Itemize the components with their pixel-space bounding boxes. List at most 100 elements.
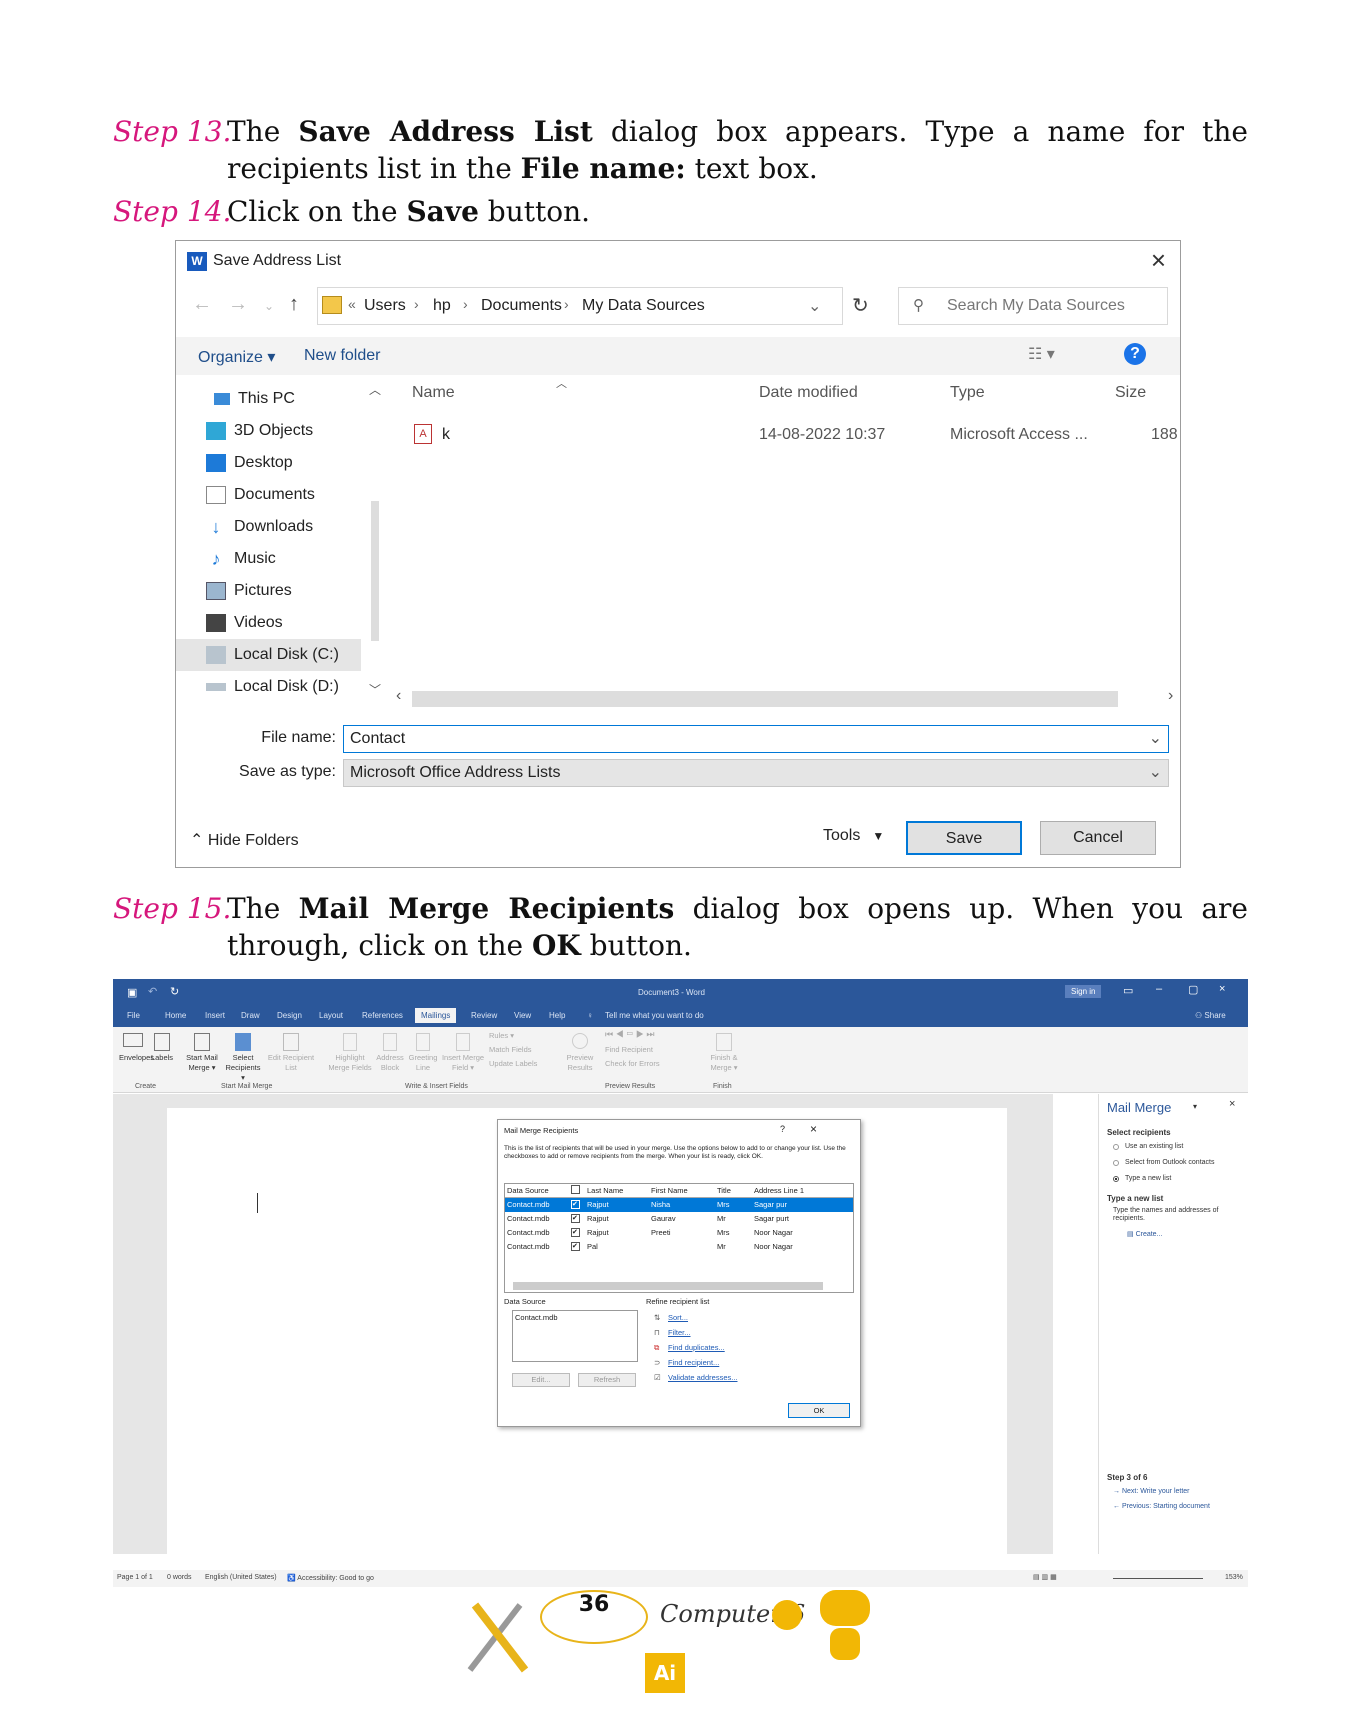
search-input[interactable]: ⚲ Search My Data Sources <box>898 287 1168 325</box>
nav-item-local-disk-d[interactable]: Local Disk (D:) <box>206 673 339 701</box>
data-source-item[interactable]: Contact.mdb <box>515 1313 558 1322</box>
language[interactable]: English (United States) <box>205 1574 277 1581</box>
tab-help[interactable]: Help <box>549 1011 565 1020</box>
view-options-icon[interactable]: ☷ ▾ <box>1028 344 1055 364</box>
save-type-select[interactable]: Microsoft Office Address Lists ⌄ <box>343 759 1169 787</box>
zoom-slider[interactable] <box>1113 1578 1203 1579</box>
next-link[interactable]: → Next: Write your letter <box>1113 1488 1190 1495</box>
header-last-name[interactable]: Last Name <box>587 1186 623 1195</box>
table-row[interactable]: Contact.mdb ✔ Pal Mr Noor Nagar <box>505 1240 853 1254</box>
refresh-button[interactable]: Refresh <box>578 1373 636 1387</box>
sort-link[interactable]: Sort... <box>668 1313 688 1322</box>
tab-view[interactable]: View <box>514 1011 531 1020</box>
tools-button[interactable]: Tools ▼ <box>823 827 884 845</box>
forward-icon[interactable]: → <box>228 293 248 316</box>
help-icon[interactable]: ? <box>780 1124 785 1134</box>
back-icon[interactable]: ← <box>192 293 212 316</box>
find-duplicates-link[interactable]: Find duplicates... <box>668 1343 725 1352</box>
save-button[interactable]: Save <box>906 821 1022 855</box>
page-count[interactable]: Page 1 of 1 <box>117 1574 153 1581</box>
table-row[interactable]: Contact.mdb ✔ Rajput Preeti Mrs Noor Nag… <box>505 1226 853 1240</box>
share-button[interactable]: ⚇ Share <box>1195 1011 1226 1020</box>
up-icon[interactable]: ↑ <box>289 293 299 316</box>
tab-draw[interactable]: Draw <box>241 1011 260 1020</box>
header-data-source[interactable]: Data Source <box>507 1186 549 1195</box>
chevron-down-icon[interactable]: ⌄ <box>808 296 821 316</box>
previous-link[interactable]: ← Previous: Starting document <box>1113 1503 1210 1510</box>
update-labels-button[interactable]: Update Labels <box>489 1059 537 1069</box>
address-bar[interactable]: « Users › hp › Documents › My Data Sourc… <box>317 287 843 325</box>
nav-item-desktop[interactable]: Desktop <box>206 449 293 477</box>
column-date[interactable]: Date modified <box>759 384 858 402</box>
header-address[interactable]: Address Line 1 <box>754 1186 804 1195</box>
nav-item-documents[interactable]: Documents <box>206 481 315 509</box>
breadcrumb-item[interactable]: My Data Sources <box>582 297 705 315</box>
chevron-down-icon[interactable]: ⌄ <box>1149 760 1162 786</box>
nav-item-local-disk-c[interactable]: Local Disk (C:) <box>206 641 339 669</box>
rules-button[interactable]: Rules ▾ <box>489 1031 514 1041</box>
tab-design[interactable]: Design <box>277 1011 302 1020</box>
ok-button[interactable]: OK <box>788 1403 850 1418</box>
match-fields-button[interactable]: Match Fields <box>489 1045 532 1055</box>
tab-layout[interactable]: Layout <box>319 1011 343 1020</box>
chevron-right-icon[interactable]: › <box>1168 687 1173 705</box>
tab-file[interactable]: File <box>127 1011 140 1020</box>
cancel-button[interactable]: Cancel <box>1040 821 1156 855</box>
close-icon[interactable]: × <box>1151 245 1166 276</box>
minimize-icon[interactable]: – <box>1156 983 1162 995</box>
chevron-down-icon[interactable]: ⌄ <box>1149 726 1162 752</box>
greeting-line-button[interactable]: Greeting Line <box>407 1033 439 1073</box>
tab-review[interactable]: Review <box>471 1011 497 1020</box>
edit-recipient-list-button[interactable]: Edit Recipient List <box>267 1033 315 1073</box>
scroll-thumb[interactable] <box>371 501 379 641</box>
record-nav[interactable]: ⏮ ◀ ▭ ▶ ⏭ <box>605 1029 654 1039</box>
insert-merge-field-button[interactable]: Insert Merge Field ▾ <box>441 1033 485 1073</box>
envelopes-button[interactable]: Envelopes <box>119 1033 154 1063</box>
redo-icon[interactable]: ↻ <box>170 985 179 998</box>
row-checkbox[interactable]: ✔ <box>571 1200 580 1209</box>
new-folder-button[interactable]: New folder <box>304 347 380 365</box>
radio-existing[interactable] <box>1113 1144 1119 1150</box>
column-type[interactable]: Type <box>950 384 985 402</box>
breadcrumb-item[interactable]: Users <box>364 297 406 315</box>
tab-references[interactable]: References <box>362 1011 403 1020</box>
chevron-down-icon[interactable]: ﹀ <box>369 681 381 698</box>
radio-new-list[interactable] <box>1113 1176 1119 1182</box>
breadcrumb-item[interactable]: hp <box>433 297 451 315</box>
hscroll-thumb[interactable] <box>412 691 1118 707</box>
start-mail-merge-button[interactable]: Start Mail Merge ▾ <box>185 1033 219 1073</box>
undo-icon[interactable]: ↶ <box>148 985 157 998</box>
chevron-up-icon[interactable]: ︿ <box>369 381 381 398</box>
close-icon[interactable]: × <box>810 1122 817 1136</box>
accessibility-status[interactable]: ♿ Accessibility: Good to go <box>287 1574 374 1582</box>
help-icon[interactable]: ? <box>1124 343 1146 365</box>
data-source-list[interactable]: Contact.mdb <box>512 1310 638 1362</box>
header-first-name[interactable]: First Name <box>651 1186 688 1195</box>
select-recipients-button[interactable]: Select Recipients ▾ <box>223 1033 263 1083</box>
nav-scrollbar[interactable]: ︿ ﹀ <box>366 381 384 711</box>
close-icon[interactable]: × <box>1219 983 1225 995</box>
row-checkbox[interactable]: ✔ <box>571 1228 580 1237</box>
tell-me-input[interactable]: Tell me what you want to do <box>605 1011 704 1020</box>
nav-item-downloads[interactable]: ↓ Downloads <box>206 513 314 541</box>
address-block-button[interactable]: Address Block <box>375 1033 405 1073</box>
nav-item-music[interactable]: ♪ Music <box>206 545 276 573</box>
save-icon[interactable]: ▣ <box>127 986 137 999</box>
finish-merge-button[interactable]: Finish & Merge ▾ <box>707 1033 741 1073</box>
column-name[interactable]: Name <box>412 384 455 402</box>
tab-insert[interactable]: Insert <box>205 1011 225 1020</box>
find-recipient-link[interactable]: Find recipient... <box>668 1358 719 1367</box>
maximize-icon[interactable]: ▢ <box>1188 983 1198 996</box>
chevron-left-icon[interactable]: ‹ <box>396 687 401 705</box>
hscroll-thumb[interactable] <box>513 1282 823 1290</box>
select-all-checkbox[interactable] <box>571 1185 580 1194</box>
preview-results-button[interactable]: Preview Results <box>565 1033 595 1073</box>
hide-folders-button[interactable]: ⌃ Hide Folders <box>190 830 299 850</box>
nav-item-videos[interactable]: Videos <box>206 609 283 637</box>
edit-button[interactable]: Edit... <box>512 1373 570 1387</box>
refresh-icon[interactable]: ↻ <box>852 293 869 318</box>
file-name-input[interactable]: Contact ⌄ <box>343 725 1169 753</box>
table-row[interactable]: Contact.mdb ✔ Rajput Nisha Mrs Sagar pur <box>505 1198 853 1212</box>
table-row[interactable]: Contact.mdb ✔ Rajput Gaurav Mr Sagar pur… <box>505 1212 853 1226</box>
organize-button[interactable]: Organize ▾ <box>198 347 275 367</box>
